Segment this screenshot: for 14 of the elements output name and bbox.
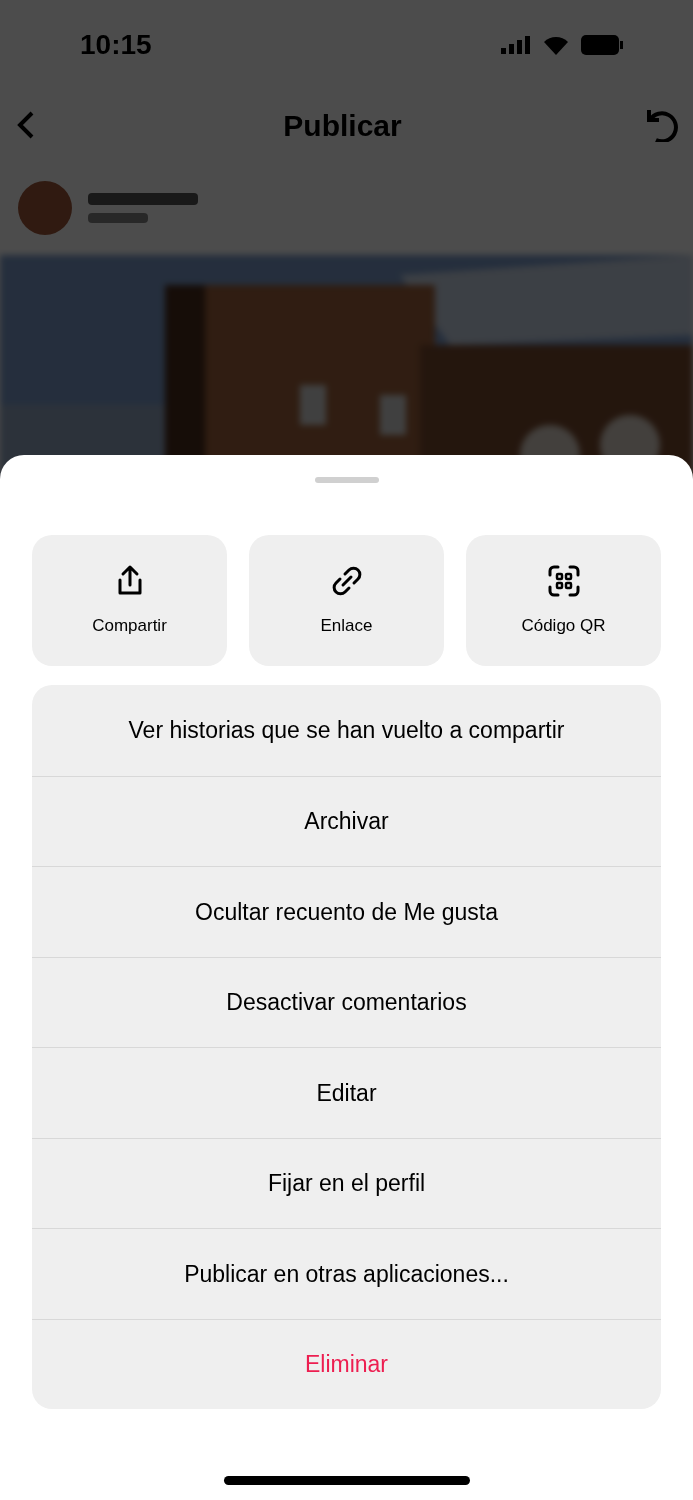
menu-item[interactable]: Desactivar comentarios xyxy=(32,956,661,1047)
quick-action-button[interactable]: Código QR xyxy=(466,535,661,666)
drag-handle[interactable] xyxy=(314,477,379,483)
menu-item[interactable]: Ver historias que se han vuelto a compartir xyxy=(32,685,661,776)
menu-item[interactable]: Editar xyxy=(32,1047,661,1138)
status-time: 10:15 xyxy=(80,28,152,62)
menu-item[interactable]: Publicar en otras aplicaciones... xyxy=(32,1228,661,1319)
menu-item[interactable]: Archivar xyxy=(32,775,661,866)
menu-item[interactable]: Fijar en el perfil xyxy=(32,1137,661,1228)
quick-action-button[interactable]: Enlace xyxy=(249,535,444,666)
page-title: Publicar xyxy=(283,107,402,144)
quick-action-button[interactable]: Compartir xyxy=(32,535,227,666)
menu-item[interactable]: Eliminar xyxy=(32,1318,661,1409)
menu-item[interactable]: Ocultar recuento de Me gusta xyxy=(32,866,661,957)
